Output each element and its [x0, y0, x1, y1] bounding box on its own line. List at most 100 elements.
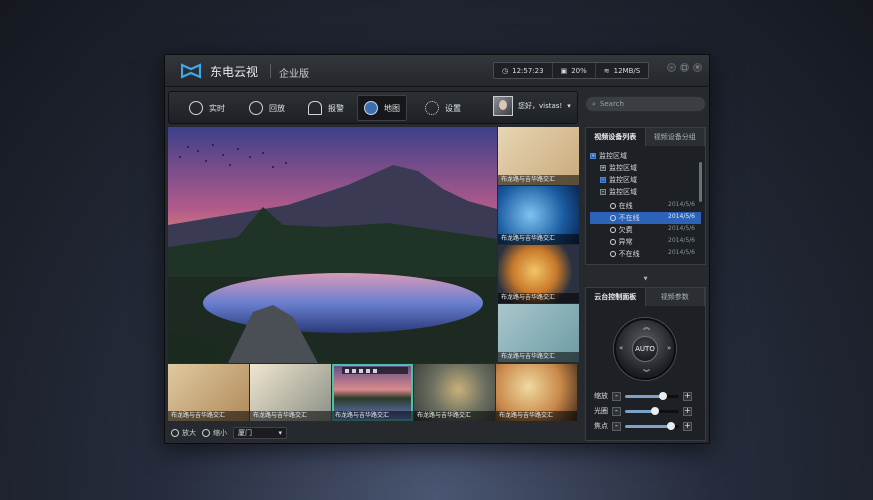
minus-button[interactable]: - [612, 421, 621, 431]
zoom-out-icon [202, 429, 210, 437]
tab-device-list[interactable]: 视频设备列表 [586, 128, 646, 146]
device-tree: + 监控区域 + 监控区域 – 监控区域 – 监控区域 在线 2014/5/6 不 [586, 146, 705, 264]
toolbar-item-realtime[interactable]: 实时 [183, 95, 231, 121]
thumbnail-toolbar [342, 367, 408, 374]
arrow-up-icon[interactable]: ︽ [643, 322, 650, 332]
slider-handle[interactable] [650, 406, 659, 415]
expand-icon[interactable]: + [590, 153, 596, 159]
title-divider [270, 64, 271, 78]
device-name: 不在线 [618, 214, 640, 222]
tab-device-group[interactable]: 视频设备分组 [646, 128, 705, 146]
bottom-thumbnail[interactable]: 布龙路与吉华路交汇 [414, 364, 495, 421]
device-date: 2014/5/6 [668, 249, 695, 256]
tab-ptz-control[interactable]: 云台控制面板 [586, 288, 646, 306]
tree-root[interactable]: + 监控区域 [590, 150, 701, 162]
gear-icon [425, 101, 439, 115]
cpu-stat: ▣ 20% [553, 63, 596, 78]
plus-button[interactable]: + [683, 391, 692, 401]
device-item-selected[interactable]: 不在线 2014/5/6 [590, 212, 701, 224]
thumbnail-caption: 布龙路与吉华路交汇 [168, 411, 249, 421]
panel-splitter[interactable]: ▼ [585, 276, 706, 283]
tree-group-label: 监控区域 [609, 188, 637, 196]
app-edition: 企业版 [279, 69, 309, 80]
toolbar-item-map[interactable]: 地图 [357, 95, 407, 121]
maximize-icon[interactable]: □ [680, 63, 689, 72]
zoom-in-button[interactable]: 放大 [171, 428, 196, 438]
arrow-right-icon[interactable]: » [667, 344, 671, 352]
thumbnail-caption: 布龙路与吉华路交汇 [332, 411, 413, 421]
device-item[interactable]: 异常 2014/5/6 [590, 236, 701, 248]
close-icon[interactable] [373, 368, 377, 373]
fullscreen-icon[interactable] [366, 368, 370, 373]
thumbnail-caption: 布龙路与吉华路交汇 [250, 411, 331, 421]
toolbar-item-settings[interactable]: 设置 [419, 95, 467, 121]
tree-group[interactable]: + 监控区域 [590, 162, 701, 174]
expand-icon[interactable]: + [600, 165, 606, 171]
tree-group-label: 监控区域 [609, 164, 637, 172]
tree-root-label: 监控区域 [599, 152, 627, 160]
play-icon [249, 101, 263, 115]
bottom-thumbnail[interactable]: 布龙路与吉华路交汇 [496, 364, 577, 421]
user-menu[interactable]: 您好，vistas! ▾ [493, 96, 571, 116]
bottom-thumbnail[interactable]: 布龙路与吉华路交汇 [250, 364, 331, 421]
thumbnail-caption: 布龙路与吉华路交汇 [414, 411, 495, 421]
focus-slider[interactable] [625, 421, 679, 430]
collapse-icon[interactable]: – [600, 177, 606, 183]
bottom-thumbnail-selected[interactable]: 布龙路与吉华路交汇 [332, 364, 413, 421]
city-select[interactable]: 厦门 ▾ [233, 427, 287, 439]
side-thumbnail[interactable]: 布龙路与吉华路交汇 [498, 304, 579, 362]
title-bar: 东电云视 企业版 ◷ 12:57:23 ▣ 20% ≋ 12MB/S – □ × [165, 55, 709, 87]
plus-button[interactable]: + [683, 406, 692, 416]
slider-handle[interactable] [666, 421, 675, 430]
device-item[interactable]: 在线 2014/5/6 [590, 200, 701, 212]
device-item[interactable]: 欠费 2014/5/6 [590, 224, 701, 236]
zoom-slider[interactable] [625, 391, 679, 400]
toolbar-item-alarm[interactable]: 报警 [302, 95, 350, 121]
arrow-left-icon[interactable]: « [619, 344, 623, 352]
zoom-slider-row: 缩放 - + [594, 391, 692, 401]
bottom-thumbnail[interactable]: 布龙路与吉华路交汇 [168, 364, 249, 421]
toolbar-item-playback[interactable]: 回放 [243, 95, 291, 121]
tree-scrollbar[interactable] [699, 162, 702, 202]
camera-icon [610, 215, 616, 221]
side-thumbnail[interactable]: 布龙路与吉华路交汇 [498, 186, 579, 244]
tree-group[interactable]: – 监控区域 [590, 174, 701, 186]
close-icon[interactable]: × [693, 63, 702, 72]
tab-video-params[interactable]: 视频参数 [646, 288, 705, 306]
device-date: 2014/5/6 [668, 201, 695, 208]
side-thumbnail[interactable]: 布龙路与吉华路交汇 [498, 245, 579, 303]
plus-button[interactable]: + [683, 421, 692, 431]
thumbnail-caption: 布龙路与吉华路交汇 [498, 293, 579, 303]
landscape-image [168, 127, 497, 363]
record-icon[interactable] [345, 368, 349, 373]
slider-handle[interactable] [658, 391, 667, 400]
zoom-out-button[interactable]: 缩小 [202, 428, 227, 438]
device-tabs: 视频设备列表 视频设备分组 [586, 128, 705, 146]
ptz-dial[interactable]: ︽ ︾ « » AUTO [614, 318, 676, 380]
toolbar-label: 设置 [445, 103, 461, 113]
camera-icon [610, 227, 616, 233]
window-controls: – □ × [667, 63, 702, 72]
audio-icon[interactable] [359, 368, 363, 373]
side-thumbnail[interactable]: 布龙路与吉华路交汇 [498, 127, 579, 185]
tree-group[interactable]: – 监控区域 [590, 186, 701, 198]
main-video-view[interactable] [168, 127, 497, 363]
collapse-icon[interactable]: – [600, 189, 606, 195]
cpu-value: 20% [571, 66, 587, 75]
camera-icon[interactable] [352, 368, 356, 373]
search-box[interactable]: ⌕ Search [585, 96, 706, 112]
slider-label: 光圈 [594, 407, 608, 415]
ptz-panel: 云台控制面板 视频参数 ︽ ︾ « » AUTO 缩放 - + 光圈 - + 焦… [585, 287, 706, 441]
avatar [493, 96, 513, 116]
minus-button[interactable]: - [612, 406, 621, 416]
logo-icon [181, 63, 201, 79]
minus-button[interactable]: - [612, 391, 621, 401]
arrow-down-icon[interactable]: ︾ [643, 368, 650, 378]
auto-button[interactable]: AUTO [632, 336, 658, 362]
zoom-in-icon [171, 429, 179, 437]
device-item[interactable]: 不在线 2014/5/6 [590, 248, 701, 260]
iris-slider[interactable] [625, 406, 679, 415]
toolbar-label: 地图 [384, 103, 400, 113]
minimize-icon[interactable]: – [667, 63, 676, 72]
device-date: 2014/5/6 [668, 237, 695, 244]
